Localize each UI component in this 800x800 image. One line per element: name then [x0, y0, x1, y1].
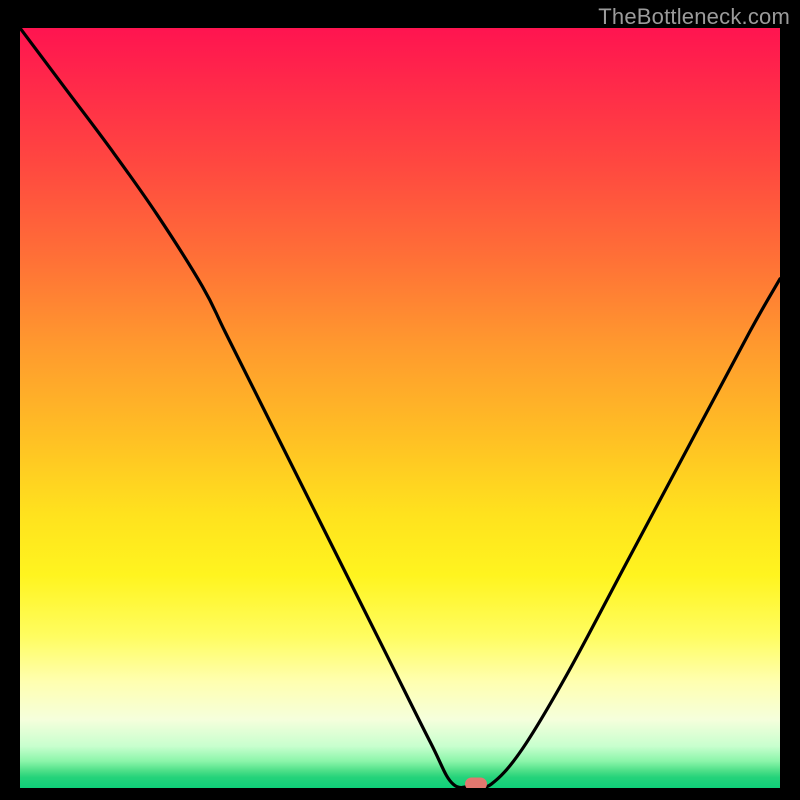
chart-frame: TheBottleneck.com [0, 0, 800, 800]
optimal-point-marker [465, 778, 487, 788]
watermark-text: TheBottleneck.com [598, 4, 790, 30]
bottleneck-curve [20, 28, 780, 788]
plot-area [20, 28, 780, 788]
